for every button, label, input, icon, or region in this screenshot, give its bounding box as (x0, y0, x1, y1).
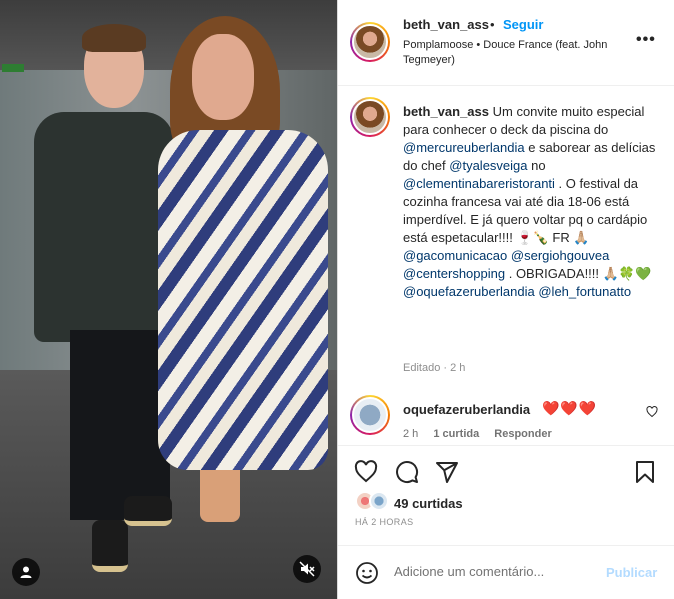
post-sidebar: beth_van_ass • Seguir Pomplamoose • Douc… (337, 0, 674, 599)
tagged-users-button[interactable] (12, 558, 40, 586)
comment-input[interactable] (394, 564, 594, 579)
man-shoe-left (92, 520, 128, 572)
mention-link[interactable]: @oquefazeruberlandia (403, 284, 535, 299)
exit-sign (2, 64, 24, 72)
comment-avatar[interactable] (350, 395, 390, 435)
post-time[interactable]: HÁ 2 HORAS (355, 517, 414, 527)
comment-username[interactable]: oquefazeruberlandia (403, 402, 530, 417)
mention-link[interactable]: @mercureuberlandia (403, 140, 525, 155)
mention-link[interactable]: @centershopping (403, 266, 505, 281)
header-username[interactable]: beth_van_ass (403, 17, 489, 32)
woman-dress (158, 130, 328, 470)
publish-button[interactable]: Publicar (606, 565, 657, 580)
avatar[interactable] (350, 22, 390, 62)
comment-like-button[interactable] (646, 406, 658, 421)
add-comment-bar: Publicar (338, 545, 674, 599)
speaker-muted-icon (299, 561, 315, 577)
heart-icon (354, 460, 378, 483)
post-actions: 49 curtidas HÁ 2 HORAS (338, 445, 674, 545)
photo (0, 0, 337, 599)
man-shoe-right (124, 496, 172, 526)
liker-avatar (369, 491, 389, 511)
caption-text: beth_van_ass Um convite muito especial p… (403, 103, 665, 301)
ceiling (0, 0, 337, 70)
comment-bubble-icon (396, 461, 419, 483)
reply-button[interactable]: Responder (494, 428, 551, 440)
user-icon (20, 566, 32, 578)
mention-link[interactable]: @gacomunicacao (403, 248, 507, 263)
mention-link[interactable]: @sergiohgouvea (511, 248, 609, 263)
save-button[interactable] (634, 460, 656, 487)
emoji-button[interactable] (355, 561, 379, 588)
caption-avatar[interactable] (350, 97, 390, 137)
bookmark-icon (636, 461, 654, 483)
more-options-icon[interactable]: ••• (636, 31, 656, 49)
mention-link[interactable]: @leh_fortunatto (538, 284, 631, 299)
woman-face (192, 34, 254, 120)
share-button[interactable] (435, 460, 459, 487)
comment-button[interactable] (395, 460, 419, 487)
caption-text-part: . OBRIGADA!!!! 🙏🏼🍀💚 (505, 266, 652, 281)
like-button[interactable] (354, 460, 378, 487)
post-dialog: beth_van_ass • Seguir Pomplamoose • Douc… (0, 0, 674, 599)
follow-button[interactable]: Seguir (503, 17, 543, 32)
likes-count[interactable]: 49 curtidas (394, 496, 463, 511)
caption-username[interactable]: beth_van_ass (403, 104, 489, 119)
heart-icon (646, 406, 658, 418)
man-hair (82, 24, 146, 52)
smiley-icon (356, 562, 378, 584)
post-media[interactable] (0, 0, 337, 599)
separator-dot: • (490, 17, 495, 32)
mention-link[interactable]: @tyalesveiga (449, 158, 527, 173)
caption-text-part: no (527, 158, 546, 173)
woman-legs (200, 462, 240, 522)
man-pants (70, 330, 170, 520)
audio-track[interactable]: Pomplamoose • Douce France (feat. John T… (403, 38, 613, 68)
comment-meta: 2 h 1 curtida Responder (403, 428, 564, 440)
mute-button[interactable] (293, 555, 321, 583)
paper-plane-icon (436, 462, 458, 483)
liker-avatars[interactable] (355, 491, 391, 513)
comment-likes[interactable]: 1 curtida (433, 428, 479, 440)
mention-link[interactable]: @clementinabareristoranti (403, 176, 555, 191)
post-header: beth_van_ass • Seguir Pomplamoose • Douc… (338, 0, 674, 86)
caption-meta: Editado · 2 h (403, 362, 466, 374)
man-shirt (34, 112, 174, 342)
comment-text: ❤️❤️❤️ (542, 400, 598, 416)
comment-time[interactable]: 2 h (403, 428, 418, 440)
